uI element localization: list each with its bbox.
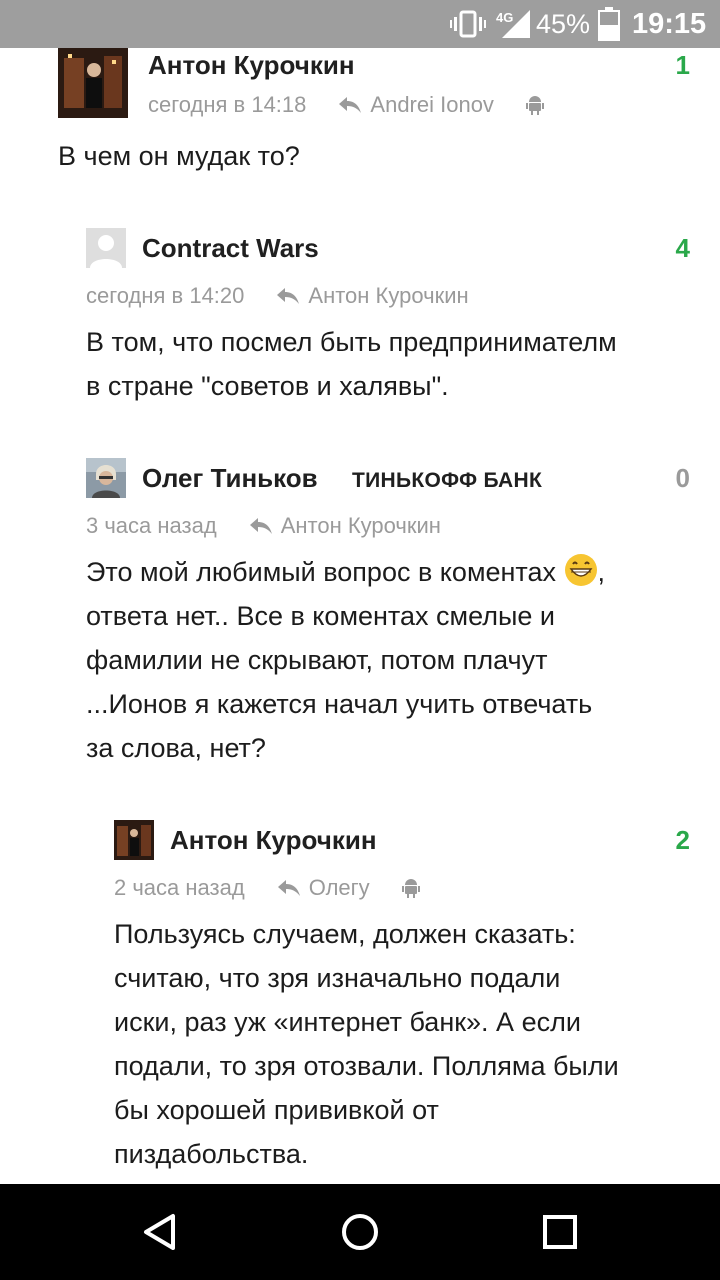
- recents-icon[interactable]: [534, 1206, 586, 1258]
- comment-time: 2 часа назад: [114, 875, 245, 900]
- comment-meta: 2 часа назад Олегу: [114, 875, 420, 901]
- comment-time: 3 часа назад: [86, 513, 217, 538]
- reply-icon: [277, 288, 300, 304]
- comment-score: 4: [675, 233, 690, 263]
- comment-time: сегодня в 14:20: [86, 283, 245, 308]
- home-icon[interactable]: [334, 1206, 386, 1258]
- comment-text: Пользуясь случаем, должен сказать: счита…: [114, 919, 619, 1169]
- clock: 19:15: [632, 7, 707, 40]
- reply-to-name: Andrei Ionov: [370, 92, 494, 117]
- reply-to-name: Антон Курочкин: [280, 513, 441, 538]
- comment-time: сегодня в 14:18: [148, 92, 307, 117]
- avatar[interactable]: [114, 820, 154, 860]
- app-screen: 4G 45% 19:15 Антон Курочкин 1 сегодня в …: [0, 0, 720, 1280]
- reply-to-name: Антон Курочкин: [308, 283, 469, 308]
- network-type-label: 4G: [496, 10, 513, 25]
- avatar[interactable]: [86, 458, 126, 498]
- android-icon: [401, 878, 420, 898]
- author-badge: ТИНЬКОФФ БАНК: [352, 469, 543, 492]
- android-icon: [525, 95, 544, 115]
- comment-text: В чем он мудак то?: [58, 141, 300, 171]
- comment-text-part: Это мой любимый вопрос в коментах: [86, 557, 564, 587]
- comment-text: В том, что посмел быть предпринимателм в…: [86, 327, 617, 401]
- comment-text: Это мой любимый вопрос в коментах , отве…: [86, 550, 605, 770]
- comment-author[interactable]: Антон Курочкин: [148, 50, 355, 81]
- vibrate-icon: [450, 0, 488, 48]
- reply-icon: [339, 97, 362, 113]
- comment-author[interactable]: Олег Тиньков: [142, 463, 318, 494]
- navigation-bar: [0, 1184, 720, 1280]
- status-bar: 4G 45% 19:15: [0, 0, 720, 48]
- reply-to-link[interactable]: Антон Курочкин: [276, 283, 469, 309]
- battery-percentage: 45%: [536, 8, 591, 39]
- comment-score: 0: [675, 463, 690, 493]
- comment-score: 2: [675, 825, 690, 855]
- battery-icon: [598, 0, 620, 48]
- avatar[interactable]: [58, 48, 128, 118]
- grinning-face-emoji: [564, 553, 598, 587]
- comment-text-part: , ответа нет.. Все в коментах смелые и ф…: [86, 557, 606, 763]
- reply-icon: [277, 880, 300, 896]
- reply-to-link[interactable]: Антон Курочкин: [249, 513, 441, 539]
- signal-icon: 4G: [496, 0, 530, 48]
- comment-author[interactable]: Антон Курочкин: [170, 825, 377, 856]
- comment-meta: 3 часа назад Антон Курочкин: [86, 513, 441, 539]
- comment-author[interactable]: Contract Wars: [142, 233, 319, 264]
- reply-to-link[interactable]: Олегу: [277, 875, 370, 901]
- reply-icon: [249, 518, 272, 534]
- reply-to-link[interactable]: Andrei Ionov: [338, 92, 494, 118]
- back-icon[interactable]: [134, 1206, 186, 1258]
- comment-meta: сегодня в 14:20 Антон Курочкин: [86, 283, 469, 309]
- comment-score: 1: [675, 50, 690, 80]
- avatar[interactable]: [86, 228, 126, 268]
- comment-meta: сегодня в 14:18 Andrei Ionov: [148, 92, 544, 118]
- reply-to-name: Олегу: [308, 875, 370, 900]
